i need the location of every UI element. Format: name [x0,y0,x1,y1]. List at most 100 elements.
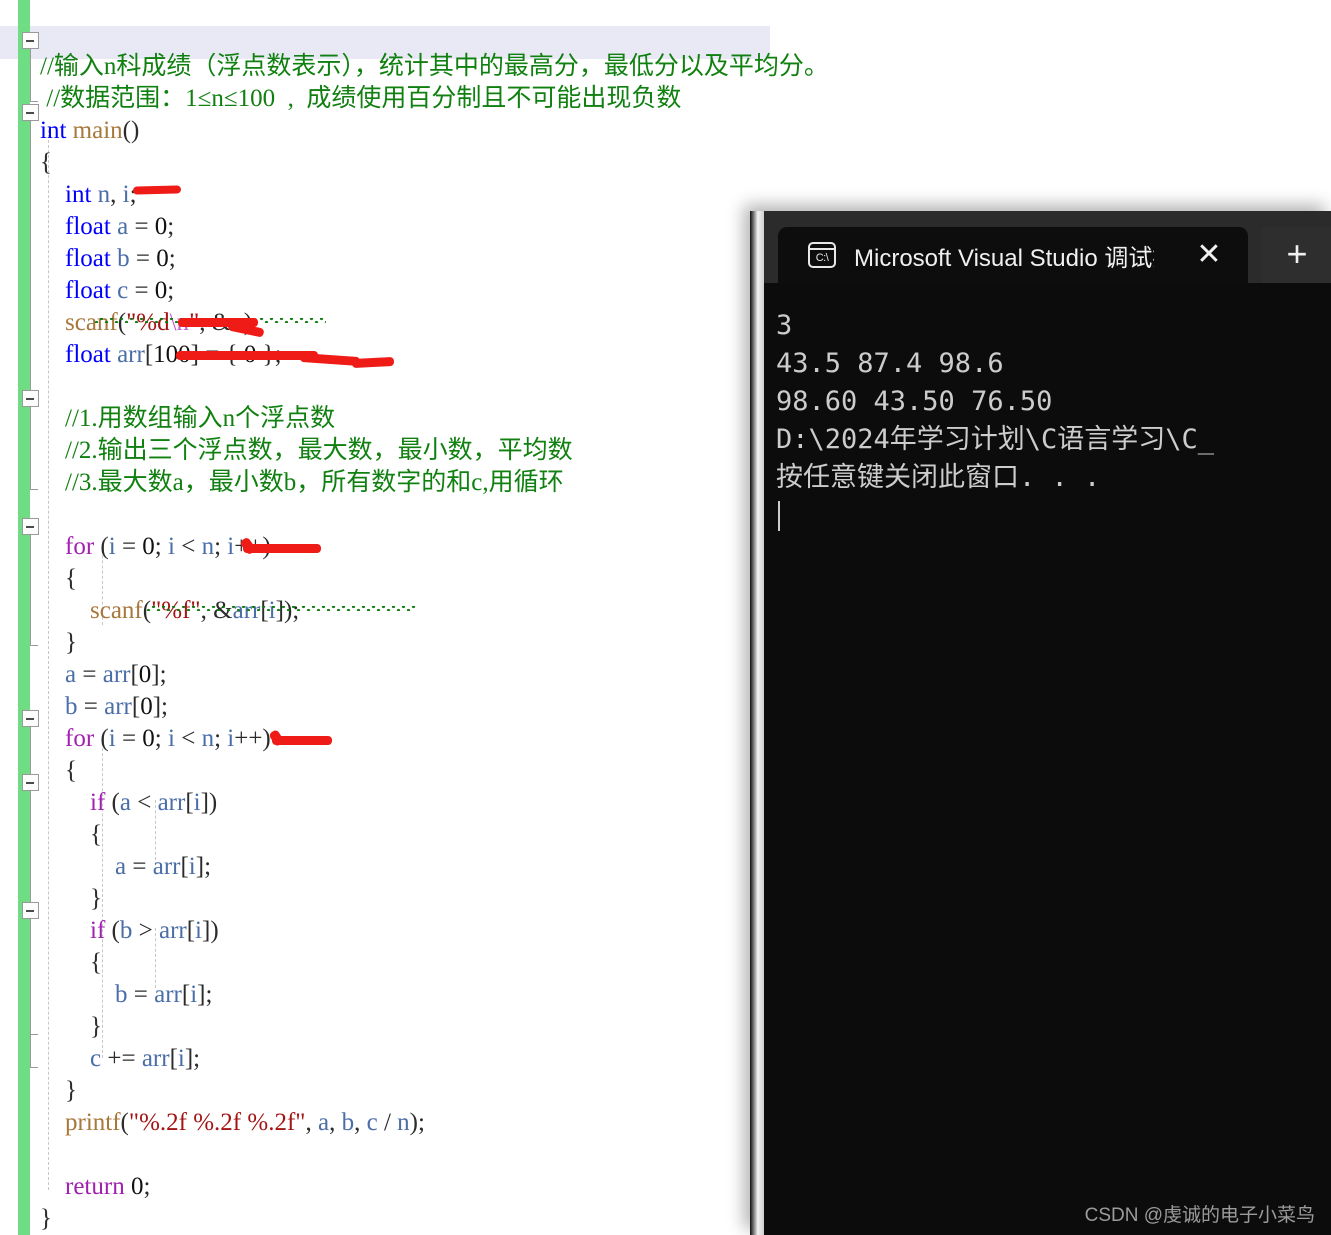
windows-terminal-window[interactable]: C:\ Microsoft Visual Studio 调试控 ✕ + 3 43… [750,211,1331,1235]
code-token: [ [185,789,194,816]
code-token: arr [157,789,186,816]
code-line: { [40,563,829,595]
code-line: //数据范围：1≤n≤100 , 成绩使用百分制且不可能出现负数 [40,83,829,115]
annotation-mark-n-decl [132,185,182,195]
code-line: } [40,883,829,915]
code-token: ; [214,725,228,752]
code-token: ); [409,1109,425,1136]
fold-guide [30,407,31,489]
code-line: int main() [40,115,829,147]
code-token: ; [143,1173,151,1200]
code-token: ]; [151,661,167,688]
code-line: } [40,1203,829,1235]
code-line: float c = 0; [40,275,829,307]
code-token: ]; [195,853,212,880]
terminal-output-line: 98.60 43.50 76.50 [776,386,1053,417]
code-token: for [40,533,95,560]
terminal-cursor [778,501,780,531]
code-token: arr [154,981,182,1008]
code-token: a [40,853,127,880]
code-line: if (b > arr[i]) [40,915,829,947]
code-line: if (a < arr[i]) [40,787,829,819]
code-token: ]; [197,981,213,1008]
code-line: //1.用数组输入n个浮点数 [40,403,829,435]
code-token: b [40,981,128,1008]
code-token: += [101,1045,142,1072]
code-token: main [66,117,123,144]
code-token: = [126,853,153,880]
fold-toggle-if-2[interactable] [22,902,39,919]
code-token: arr [102,661,131,688]
code-token: ; [168,245,176,272]
code-token: ( [105,789,120,816]
code-token: arr [110,341,145,368]
code-token: / [377,1109,398,1136]
code-token: } [40,1205,52,1232]
code-token: [ [130,661,139,688]
code-token: ( [105,917,120,944]
code-token: int [40,181,92,208]
code-token: if [40,917,106,944]
code-token: a [318,1109,330,1136]
code-token: i [108,533,116,560]
fold-toggle-main[interactable] [22,104,39,121]
code-token: [ [131,693,141,720]
code-line: float arr[100] = { 0 }; [40,339,829,371]
annotation-mark-arr [176,351,318,360]
fold-guide-end [30,1067,38,1068]
code-token: { [40,821,102,848]
code-token: //3.最大数a，最小数b，所有数字的和c,用循环 [40,469,564,496]
code-token: //输入n科成绩（浮点数表示），统计其中的最高分，最低分以及平均分。 [40,53,829,80]
code-token: [ [144,341,154,368]
code-token: = [115,533,143,560]
fold-guide-end [30,489,38,490]
code-token: { [40,149,52,176]
code-token: 0 [154,213,168,240]
code-token: //数据范围：1≤n≤100 , 成绩使用百分制且不可能出现负数 [40,85,682,112]
code-token: = [127,981,155,1008]
terminal-tab-title: Microsoft Visual Studio 调试控 [854,244,1154,272]
code-line: scanf("%f", &arr[i]); [40,595,829,627]
fold-guide [30,121,31,397]
code-line: b = arr[i]; [40,979,829,1011]
code-token: 0 [142,725,155,752]
code-token: //1.用数组输入n个浮点数 [40,405,336,432]
code-line: ​ [40,371,829,403]
terminal-output-line: 3 [776,310,793,341]
code-token: 0 [154,277,168,304]
code-token: ++) [234,725,271,752]
code-token: < [174,725,202,752]
code-line: scanf("%d\n", &n); [40,307,829,339]
code-token: ]) [200,789,218,816]
code-token: printf [40,1109,121,1136]
fold-toggle-comment-block-2[interactable] [22,390,39,407]
terminal-title-bar[interactable]: C:\ Microsoft Visual Studio 调试控 ✕ + [764,211,1331,283]
code-line: c += arr[i]; [40,1043,829,1075]
code-token: c [40,1045,102,1072]
terminal-output-area[interactable]: 3 43.5 87.4 98.6 98.60 43.50 76.50 D:\20… [764,283,1331,1235]
code-line: //3.最大数a，最小数b，所有数字的和c,用循环 [40,467,829,499]
close-icon[interactable]: ✕ [1192,239,1226,273]
terminal-output-line: 按任意键关闭此窗口. . . [776,462,1101,493]
fold-toggle-comment-block[interactable] [22,32,39,49]
code-line: printf("%.2f %.2f %.2f", a, b, c / n); [40,1107,829,1139]
code-token: 0 [156,245,169,272]
code-token: ; [154,725,168,752]
code-line: float b = 0; [40,243,829,275]
code-token: { [40,949,102,976]
source-code-text[interactable]: //输入n科成绩（浮点数表示），统计其中的最高分，最低分以及平均分。 //数据范… [40,51,829,1235]
code-line: //输入n科成绩（浮点数表示），统计其中的最高分，最低分以及平均分。 [40,51,829,83]
terminal-tab[interactable]: C:\ Microsoft Visual Studio 调试控 ✕ [778,227,1248,283]
code-token: , [354,1109,367,1136]
code-line: float a = 0; [40,211,829,243]
fold-toggle-if-1[interactable] [22,774,39,791]
fold-toggle-for-loop-1[interactable] [22,518,39,535]
code-token: < [130,789,158,816]
code-token: } [40,629,77,656]
fold-guide [30,49,31,101]
fold-toggle-for-loop-2[interactable] [22,710,39,727]
code-token: float [40,245,111,272]
new-tab-button[interactable]: + [1262,227,1331,283]
code-token: } [40,885,102,912]
code-token: i [193,789,201,816]
